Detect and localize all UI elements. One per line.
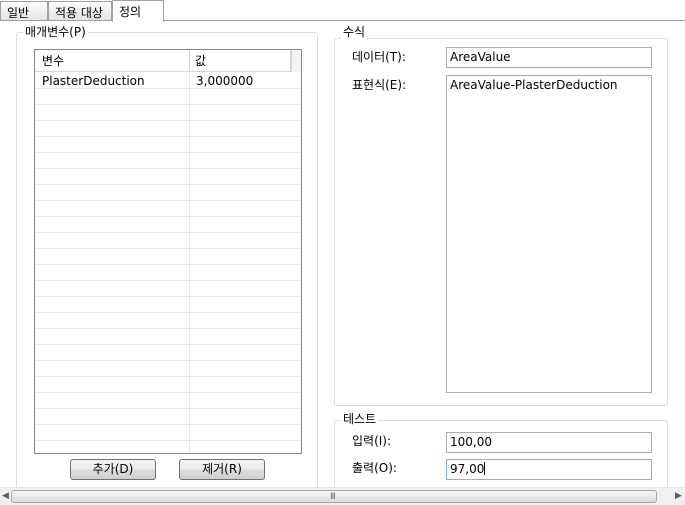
scrollbar-grip-icon: III [330,492,336,502]
test-output-field[interactable]: 97,00 [446,459,652,480]
scroll-left-arrow-icon[interactable]: ◀ [0,488,11,505]
scroll-right-arrow-icon[interactable]: ▶ [673,488,684,505]
test-group-title: 테스트 [341,412,379,426]
tab-strip-border [0,20,685,21]
tab-general[interactable]: 일반 [0,1,48,21]
remove-parameter-button[interactable]: 제거(R) [179,459,265,480]
parameters-list[interactable]: 변수 값 PlasterDeduction 3,000000 [34,49,302,454]
test-output-value: 97,00 [450,462,485,476]
parameters-group-title: 매개변수(P) [23,25,88,39]
scrollbar-thumb[interactable]: III [11,490,657,503]
add-parameter-button[interactable]: 추가(D) [70,459,156,480]
table-row[interactable]: PlasterDeduction 3,000000 [35,73,301,89]
tab-definition[interactable]: 정의 [112,0,164,22]
parameters-rows: PlasterDeduction 3,000000 [35,73,301,453]
column-header-value[interactable]: 값 [190,50,291,72]
parameters-list-header: 변수 값 [35,50,301,72]
formula-group-title: 수식 [341,25,368,39]
tab-applies-to[interactable]: 적용 대상 [48,1,112,21]
tab-general-label: 일반 [7,6,30,20]
tab-definition-label: 정의 [119,5,142,19]
horizontal-scrollbar[interactable]: ◀ III ▶ [0,487,685,505]
parameter-name: PlasterDeduction [42,74,145,88]
parameter-value: 3,000000 [196,74,254,88]
input-label: 입력(I): [352,434,392,448]
test-input-field[interactable]: 100,00 [446,432,652,453]
expression-label: 표현식(E): [352,78,407,92]
text-caret [484,462,486,475]
column-header-variable[interactable]: 변수 [35,50,190,72]
header-filler [291,50,301,72]
output-label: 출력(O): [352,461,397,475]
data-field[interactable]: AreaValue [446,47,652,68]
tab-applies-to-label: 적용 대상 [55,6,103,20]
expression-field[interactable]: AreaValue-PlasterDeduction [446,75,652,393]
data-label: 데이터(T): [352,50,406,64]
